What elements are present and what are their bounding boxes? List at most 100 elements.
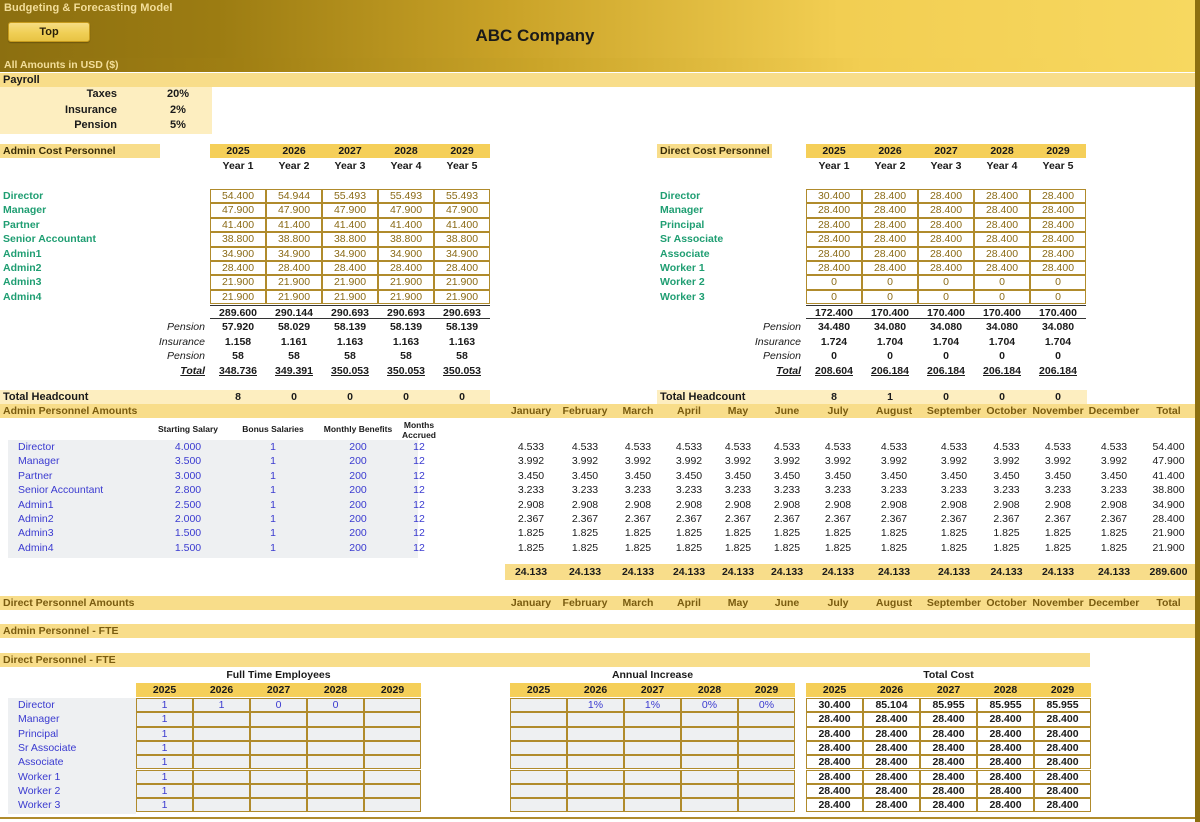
cost-value-cell[interactable]: 28.400: [918, 246, 974, 261]
fte-cell[interactable]: 1: [136, 740, 193, 756]
amount-input-cell[interactable]: 200: [318, 469, 398, 483]
cost-value-cell[interactable]: 28.400: [862, 232, 918, 247]
fte-cell[interactable]: 1: [136, 769, 193, 784]
fte-cell[interactable]: 28.400: [920, 783, 977, 799]
cost-value-cell[interactable]: 21.900: [322, 289, 378, 305]
cost-value-cell[interactable]: 21.900: [322, 275, 378, 290]
fte-cell[interactable]: 85.104: [863, 698, 920, 713]
fte-cell[interactable]: 1: [193, 698, 250, 713]
fte-cell[interactable]: 28.400: [920, 726, 977, 741]
fte-cell[interactable]: [624, 726, 681, 741]
fte-cell[interactable]: [738, 726, 795, 741]
amount-input-cell[interactable]: 1: [233, 469, 313, 483]
cost-value-cell[interactable]: 21.900: [378, 275, 434, 290]
fte-cell[interactable]: [364, 755, 421, 770]
fte-cell[interactable]: [510, 740, 567, 756]
fte-cell[interactable]: 1%: [567, 698, 624, 713]
amount-input-cell[interactable]: 12: [399, 541, 439, 555]
fte-cell[interactable]: [307, 769, 364, 784]
fte-cell[interactable]: 28.400: [863, 769, 920, 784]
fte-cell[interactable]: [364, 726, 421, 741]
fte-cell[interactable]: [193, 755, 250, 770]
cost-value-cell[interactable]: 0: [1030, 275, 1086, 290]
cost-value-cell[interactable]: 30.400: [806, 189, 862, 204]
cost-value-cell[interactable]: 28.400: [210, 261, 266, 276]
amount-input-cell[interactable]: 1.500: [148, 526, 228, 540]
amount-input-cell[interactable]: 12: [399, 498, 439, 512]
cost-value-cell[interactable]: 47.900: [434, 203, 490, 218]
cost-value-cell[interactable]: 28.400: [266, 261, 322, 276]
amount-input-cell[interactable]: 1.500: [148, 541, 228, 555]
fte-cell[interactable]: 1: [136, 755, 193, 770]
cost-value-cell[interactable]: 0: [974, 289, 1030, 305]
fte-cell[interactable]: [193, 712, 250, 727]
fte-cell[interactable]: [250, 769, 307, 784]
cost-value-cell[interactable]: 28.400: [862, 203, 918, 218]
amount-input-cell[interactable]: 4.000: [148, 440, 228, 454]
fte-cell[interactable]: 28.400: [863, 712, 920, 727]
cost-value-cell[interactable]: 38.800: [322, 232, 378, 247]
fte-cell[interactable]: [567, 769, 624, 784]
fte-cell[interactable]: 28.400: [977, 769, 1034, 784]
fte-cell[interactable]: [681, 783, 738, 799]
cost-value-cell[interactable]: 28.400: [322, 261, 378, 276]
cost-value-cell[interactable]: 21.900: [210, 275, 266, 290]
fte-cell[interactable]: 28.400: [1034, 783, 1091, 799]
fte-cell[interactable]: 28.400: [977, 726, 1034, 741]
fte-cell[interactable]: [193, 783, 250, 799]
fte-cell[interactable]: [624, 755, 681, 770]
fte-cell[interactable]: [624, 769, 681, 784]
amount-input-cell[interactable]: 12: [399, 483, 439, 497]
cost-value-cell[interactable]: 34.900: [266, 246, 322, 261]
cost-value-cell[interactable]: 55.493: [322, 189, 378, 204]
cost-value-cell[interactable]: 28.400: [974, 203, 1030, 218]
fte-cell[interactable]: 28.400: [863, 755, 920, 770]
fte-cell[interactable]: [307, 740, 364, 756]
amount-input-cell[interactable]: 2.500: [148, 498, 228, 512]
cost-value-cell[interactable]: 28.400: [918, 232, 974, 247]
fte-cell[interactable]: 28.400: [863, 798, 920, 813]
cost-value-cell[interactable]: 28.400: [974, 189, 1030, 204]
fte-cell[interactable]: [510, 798, 567, 813]
fte-cell[interactable]: 0: [307, 698, 364, 713]
fte-cell[interactable]: [624, 740, 681, 756]
cost-value-cell[interactable]: 28.400: [918, 261, 974, 276]
cost-value-cell[interactable]: 21.900: [378, 289, 434, 305]
cost-value-cell[interactable]: 28.400: [1030, 232, 1086, 247]
cost-value-cell[interactable]: 34.900: [210, 246, 266, 261]
fte-cell[interactable]: [567, 755, 624, 770]
fte-cell[interactable]: 28.400: [977, 798, 1034, 813]
cost-value-cell[interactable]: 0: [862, 275, 918, 290]
fte-cell[interactable]: 28.400: [806, 798, 863, 813]
amount-input-cell[interactable]: 12: [399, 440, 439, 454]
amount-input-cell[interactable]: 2.000: [148, 512, 228, 526]
cost-value-cell[interactable]: 28.400: [1030, 217, 1086, 233]
fte-cell[interactable]: [567, 726, 624, 741]
fte-cell[interactable]: [364, 698, 421, 713]
fte-cell[interactable]: [250, 712, 307, 727]
fte-cell[interactable]: 28.400: [920, 740, 977, 756]
cost-value-cell[interactable]: 38.800: [434, 232, 490, 247]
fte-cell[interactable]: [364, 740, 421, 756]
cost-value-cell[interactable]: 38.800: [266, 232, 322, 247]
amount-input-cell[interactable]: 200: [318, 512, 398, 526]
fte-cell[interactable]: [567, 740, 624, 756]
fte-cell[interactable]: [738, 769, 795, 784]
fte-cell[interactable]: 28.400: [1034, 755, 1091, 770]
fte-cell[interactable]: [250, 755, 307, 770]
amount-input-cell[interactable]: 2.800: [148, 483, 228, 497]
cost-value-cell[interactable]: 21.900: [266, 275, 322, 290]
cost-value-cell[interactable]: 34.900: [378, 246, 434, 261]
amount-input-cell[interactable]: 200: [318, 440, 398, 454]
cost-value-cell[interactable]: 28.400: [1030, 203, 1086, 218]
fte-cell[interactable]: 1: [136, 726, 193, 741]
fte-cell[interactable]: [738, 712, 795, 727]
fte-cell[interactable]: 85.955: [1034, 698, 1091, 713]
fte-cell[interactable]: 28.400: [806, 726, 863, 741]
fte-cell[interactable]: 1: [136, 698, 193, 713]
cost-value-cell[interactable]: 28.400: [974, 217, 1030, 233]
cost-value-cell[interactable]: 47.900: [266, 203, 322, 218]
cost-value-cell[interactable]: 0: [862, 289, 918, 305]
cost-value-cell[interactable]: 41.400: [434, 217, 490, 233]
cost-value-cell[interactable]: 28.400: [806, 232, 862, 247]
